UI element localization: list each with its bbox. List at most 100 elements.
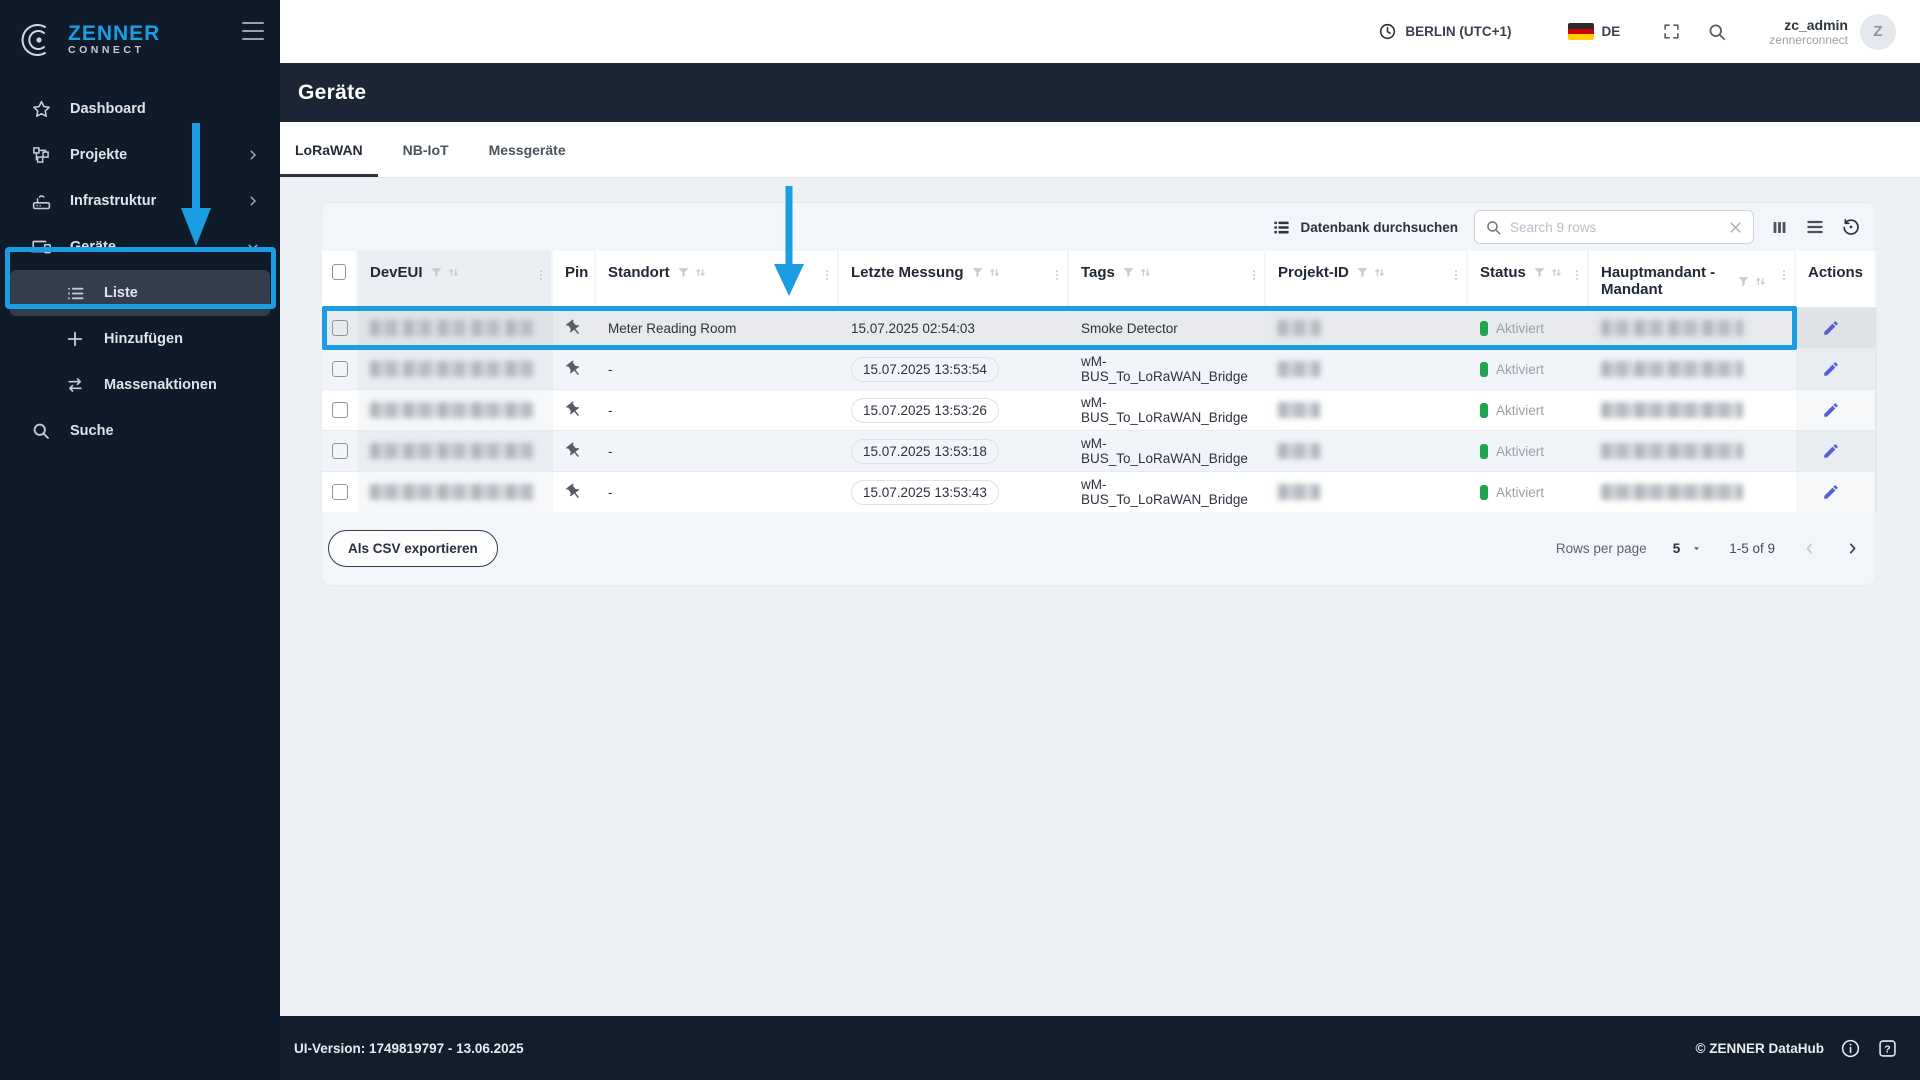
help-icon[interactable]: ? bbox=[1877, 1038, 1898, 1059]
table-row[interactable]: - 15.07.2025 13:53:26 wM-BUS_To_LoRaWAN_Br… bbox=[322, 389, 1877, 430]
columns-icon[interactable] bbox=[1770, 218, 1789, 237]
actions-cell bbox=[1796, 349, 1877, 389]
edit-pencil-icon[interactable] bbox=[1822, 319, 1840, 337]
table-row[interactable]: - 15.07.2025 13:53:54 wM-BUS_To_LoRaWAN_Br… bbox=[322, 348, 1877, 389]
tab-lorawan[interactable]: LoRaWAN bbox=[280, 122, 378, 177]
table-search-input[interactable] bbox=[1510, 219, 1720, 235]
row-checkbox[interactable] bbox=[332, 361, 348, 377]
filter-funnel-icon[interactable] bbox=[1532, 265, 1547, 280]
column-label: Projekt-ID bbox=[1278, 264, 1349, 281]
sidebar-item-massenaktionen[interactable]: Massenaktionen bbox=[0, 362, 280, 408]
tag-value: Smoke Detector bbox=[1081, 320, 1178, 336]
header-cell-standort[interactable]: Standort bbox=[596, 251, 839, 307]
filter-funnel-icon[interactable] bbox=[676, 265, 691, 280]
edit-pencil-icon[interactable] bbox=[1822, 360, 1840, 378]
header-cell-tags[interactable]: Tags bbox=[1069, 251, 1266, 307]
language-selector[interactable]: DE bbox=[1602, 24, 1621, 39]
info-icon[interactable] bbox=[1840, 1038, 1861, 1059]
row-density-icon[interactable] bbox=[1805, 217, 1825, 237]
projekt-id-cell bbox=[1266, 472, 1468, 512]
sort-arrows-icon[interactable] bbox=[1753, 274, 1768, 289]
avatar[interactable]: Z bbox=[1860, 13, 1896, 50]
filter-funnel-icon[interactable] bbox=[970, 265, 985, 280]
search-icon[interactable] bbox=[1707, 22, 1727, 42]
edit-pencil-icon[interactable] bbox=[1822, 401, 1840, 419]
pushpin-icon[interactable] bbox=[565, 319, 583, 337]
sidebar-item-hinzufuegen[interactable]: Hinzufügen bbox=[0, 316, 280, 362]
table-search-box bbox=[1474, 210, 1754, 244]
restore-icon[interactable] bbox=[1841, 217, 1861, 237]
status-active-indicator bbox=[1480, 484, 1488, 500]
previous-page-icon[interactable] bbox=[1801, 540, 1818, 557]
table-row[interactable]: Meter Reading Room 15.07.2025 02:54:03 Smo… bbox=[322, 307, 1877, 348]
sort-arrows-icon[interactable] bbox=[693, 265, 708, 280]
export-csv-button[interactable]: Als CSV exportieren bbox=[328, 530, 498, 567]
page-title: Geräte bbox=[298, 80, 367, 104]
next-page-icon[interactable] bbox=[1844, 540, 1861, 557]
page-range-label: 1-5 of 9 bbox=[1729, 541, 1775, 556]
sort-arrows-icon[interactable] bbox=[1138, 265, 1153, 280]
edit-pencil-icon[interactable] bbox=[1822, 483, 1840, 501]
row-checkbox[interactable] bbox=[332, 443, 348, 459]
pushpin-icon[interactable] bbox=[565, 442, 583, 460]
row-checkbox[interactable] bbox=[332, 484, 348, 500]
column-label: Hauptmandant - Mandant bbox=[1601, 264, 1716, 299]
sidebar-nav: Dashboard Projekte Infrastruktur Geräte List… bbox=[0, 86, 280, 454]
sort-arrows-icon[interactable] bbox=[446, 265, 461, 280]
header-cell-letzte[interactable]: Letzte Messung bbox=[839, 251, 1069, 307]
sidebar-item-infrastruktur[interactable]: Infrastruktur bbox=[0, 178, 280, 224]
letzte-messung-cell: 15.07.2025 13:53:43 bbox=[839, 472, 1069, 512]
pushpin-icon[interactable] bbox=[565, 483, 583, 501]
pushpin-icon[interactable] bbox=[565, 401, 583, 419]
filter-funnel-icon[interactable] bbox=[429, 265, 444, 280]
timezone-display[interactable]: BERLIN (UTC+1) bbox=[1378, 22, 1512, 41]
header-cell-mandant[interactable]: Hauptmandant - Mandant bbox=[1589, 251, 1796, 307]
sidebar-item-projekte[interactable]: Projekte bbox=[0, 132, 280, 178]
row-checkbox[interactable] bbox=[332, 402, 348, 418]
column-menu-icon[interactable] bbox=[1570, 267, 1584, 283]
menu-toggle-icon[interactable] bbox=[242, 22, 264, 40]
column-menu-icon[interactable] bbox=[1247, 267, 1261, 283]
actions-cell bbox=[1796, 472, 1877, 512]
fullscreen-icon[interactable] bbox=[1662, 22, 1681, 41]
sidebar-item-liste[interactable]: Liste bbox=[10, 270, 270, 316]
status-active-indicator bbox=[1480, 402, 1488, 418]
row-checkbox[interactable] bbox=[332, 320, 348, 336]
filter-funnel-icon[interactable] bbox=[1121, 265, 1136, 280]
column-menu-icon[interactable] bbox=[1050, 267, 1064, 283]
header-cell-projekt[interactable]: Projekt-ID bbox=[1266, 251, 1468, 307]
filter-funnel-icon[interactable] bbox=[1736, 274, 1751, 289]
sort-arrows-icon[interactable] bbox=[1549, 265, 1564, 280]
column-menu-icon[interactable] bbox=[820, 267, 834, 283]
select-all-checkbox[interactable] bbox=[332, 264, 346, 280]
column-menu-icon[interactable] bbox=[534, 267, 548, 283]
tabs-bar: LoRaWAN NB-IoT Messgeräte bbox=[280, 122, 1920, 178]
hauptmandant-cell bbox=[1589, 349, 1796, 389]
sidebar-item-geraete[interactable]: Geräte bbox=[0, 224, 280, 270]
row-checkbox-cell bbox=[322, 308, 358, 348]
edit-pencil-icon[interactable] bbox=[1822, 442, 1840, 460]
header-cell-status[interactable]: Status bbox=[1468, 251, 1589, 307]
tab-messger-te[interactable]: Messgeräte bbox=[474, 122, 581, 177]
actions-cell bbox=[1796, 431, 1877, 471]
user-info[interactable]: zc_admin zennerconnect bbox=[1769, 17, 1848, 47]
column-menu-icon[interactable] bbox=[1777, 267, 1791, 283]
filter-funnel-icon[interactable] bbox=[1355, 265, 1370, 280]
actions-cell bbox=[1796, 390, 1877, 430]
header-cell-deveui[interactable]: DevEUI bbox=[358, 251, 553, 307]
sidebar-item-dashboard[interactable]: Dashboard bbox=[0, 86, 280, 132]
rows-per-page-select[interactable]: 5 bbox=[1673, 541, 1704, 556]
tab-nb-iot[interactable]: NB-IoT bbox=[388, 122, 464, 177]
pushpin-icon[interactable] bbox=[565, 360, 583, 378]
table-row[interactable]: - 15.07.2025 13:53:18 wM-BUS_To_LoRaWAN_Br… bbox=[322, 430, 1877, 471]
database-search-button[interactable]: Datenbank durchsuchen bbox=[1272, 218, 1458, 237]
table-row[interactable]: - 15.07.2025 13:53:43 wM-BUS_To_LoRaWAN_Br… bbox=[322, 471, 1877, 512]
column-menu-icon[interactable] bbox=[1449, 267, 1463, 283]
clear-search-icon[interactable] bbox=[1728, 220, 1743, 235]
row-checkbox-cell bbox=[322, 349, 358, 389]
sort-arrows-icon[interactable] bbox=[987, 265, 1002, 280]
standort-value: - bbox=[608, 402, 613, 418]
sidebar-item-suche[interactable]: Suche bbox=[0, 408, 280, 454]
sort-arrows-icon[interactable] bbox=[1372, 265, 1387, 280]
redacted-mandant bbox=[1601, 443, 1743, 459]
